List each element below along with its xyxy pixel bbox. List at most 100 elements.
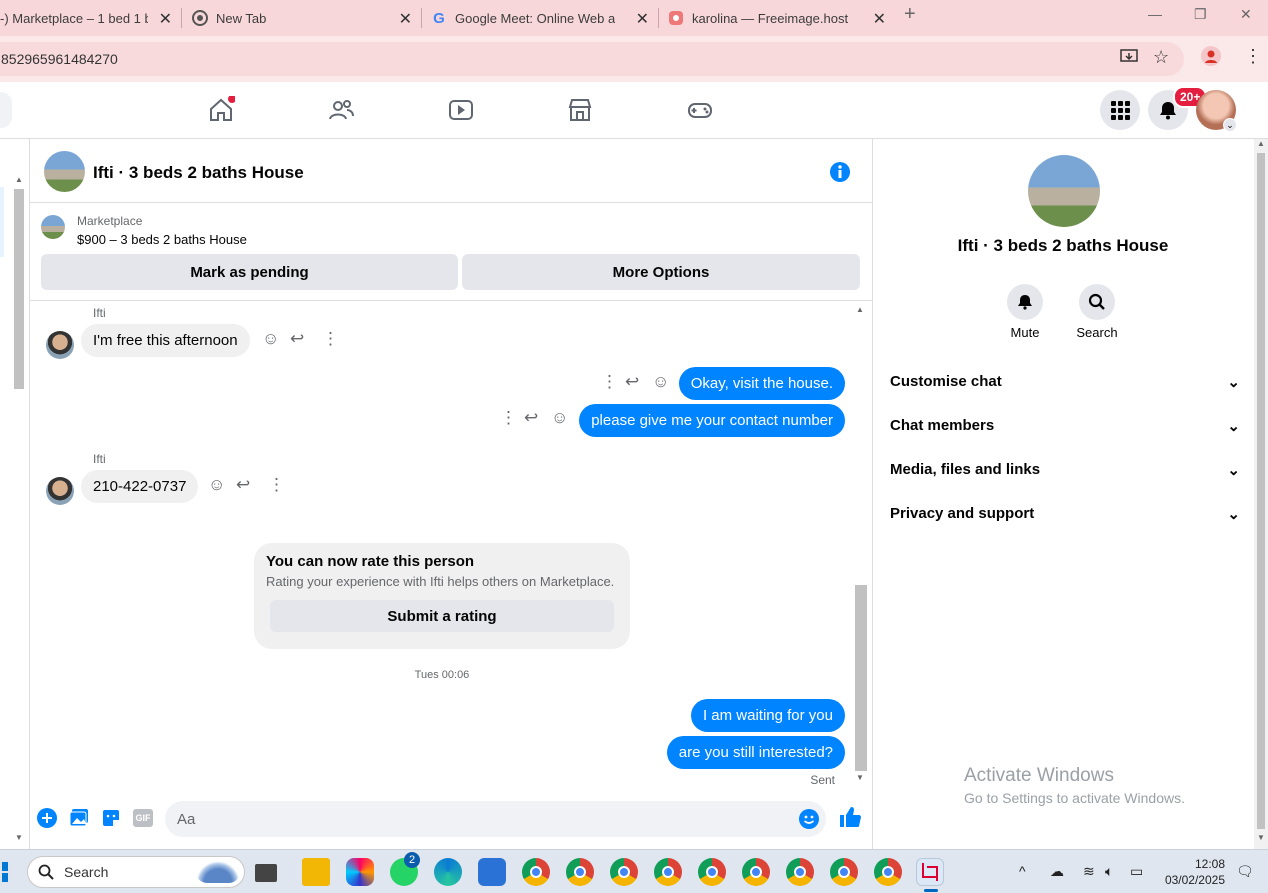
minimize-icon[interactable]: —: [1148, 6, 1162, 22]
tab-freeimage[interactable]: karolina — Freeimage.host ✕: [668, 0, 894, 36]
reply-icon[interactable]: ↩: [236, 475, 250, 495]
mute-button[interactable]: [1007, 284, 1043, 320]
tab-google-meet[interactable]: G Google Meet: Online Web and V ✕: [431, 0, 657, 36]
scroll-up-icon[interactable]: ▲: [856, 305, 864, 314]
reply-icon[interactable]: ↩: [625, 372, 639, 392]
new-tab-icon[interactable]: +: [904, 3, 916, 26]
start-icon[interactable]: [0, 862, 8, 882]
chrome-icon[interactable]: [742, 858, 770, 886]
reply-icon[interactable]: ↩: [524, 408, 538, 428]
chrome-icon[interactable]: [698, 858, 726, 886]
bookmark-star-icon[interactable]: ☆: [1153, 47, 1169, 68]
info-icon[interactable]: [829, 161, 851, 183]
close-icon[interactable]: ✕: [399, 9, 412, 29]
taskbar-search[interactable]: Search: [27, 856, 245, 888]
listing-title[interactable]: $900 – 3 beds 2 baths House: [77, 232, 247, 247]
conversation-avatar[interactable]: [1028, 155, 1100, 227]
chrome-icon[interactable]: [566, 858, 594, 886]
battery-icon[interactable]: ▭: [1130, 863, 1143, 880]
edge-icon[interactable]: [434, 858, 462, 886]
chevron-down-icon[interactable]: ⌄: [1223, 118, 1237, 132]
home-icon[interactable]: [207, 96, 235, 124]
sender-avatar[interactable]: [46, 331, 74, 359]
sidebar-scrollbar[interactable]: [14, 189, 24, 389]
copilot-icon[interactable]: [346, 858, 374, 886]
chat-scrollbar[interactable]: ▲ ▼: [855, 305, 867, 785]
address-bar[interactable]: 852965961484270: [0, 42, 1184, 76]
message-bubble-outgoing[interactable]: are you still interested?: [666, 736, 845, 769]
chrome-icon[interactable]: [610, 858, 638, 886]
restore-icon[interactable]: ❐: [1194, 6, 1207, 23]
sender-avatar[interactable]: [46, 477, 74, 505]
snipping-tool-icon[interactable]: [916, 858, 944, 892]
add-icon[interactable]: [37, 808, 57, 828]
system-clock[interactable]: 12:08 03/02/2025: [1163, 856, 1225, 888]
submit-rating-button[interactable]: Submit a rating: [270, 600, 614, 632]
close-icon[interactable]: ✕: [159, 9, 172, 29]
volume-icon[interactable]: 🔈︎: [1105, 863, 1113, 880]
wifi-icon[interactable]: ≋: [1083, 863, 1095, 880]
scroll-up-icon[interactable]: ▲: [1257, 139, 1265, 148]
scroll-down-icon[interactable]: ▼: [15, 833, 23, 842]
thumbs-up-icon[interactable]: [839, 806, 861, 828]
gif-icon[interactable]: GIF: [133, 809, 153, 827]
react-icon[interactable]: ☺: [262, 329, 279, 349]
sticker-icon[interactable]: [101, 808, 121, 828]
message-bubble-outgoing[interactable]: I am waiting for you: [690, 699, 845, 732]
menu-grid-button[interactable]: [1100, 90, 1140, 130]
react-icon[interactable]: ☺: [551, 408, 568, 428]
message-bubble-incoming[interactable]: 210-422-0737: [81, 470, 199, 503]
scroll-down-icon[interactable]: ▼: [1257, 833, 1265, 842]
message-bubble-outgoing[interactable]: Okay, visit the house.: [678, 367, 845, 400]
scrollbar-thumb[interactable]: [855, 585, 867, 771]
react-icon[interactable]: ☺: [208, 475, 225, 495]
chrome-icon[interactable]: [830, 858, 858, 886]
section-customise-chat[interactable]: Customise chat ⌄: [890, 373, 1240, 391]
react-icon[interactable]: ☺: [652, 372, 669, 392]
chat-avatar[interactable]: [44, 151, 85, 192]
more-icon[interactable]: ⋮: [500, 408, 517, 428]
chrome-icon[interactable]: [522, 858, 550, 886]
scroll-up-icon[interactable]: ▲: [15, 175, 23, 184]
close-icon[interactable]: ✕: [636, 9, 649, 29]
more-icon[interactable]: ⋮: [601, 372, 618, 392]
more-options-button[interactable]: More Options: [462, 254, 860, 290]
emoji-icon[interactable]: [799, 809, 819, 829]
section-chat-members[interactable]: Chat members ⌄: [890, 417, 1240, 435]
message-input[interactable]: Aa: [165, 801, 826, 837]
tab-marketplace[interactable]: -) Marketplace – 1 bed 1 ba ✕: [0, 0, 180, 36]
gaming-icon[interactable]: [686, 96, 714, 124]
whatsapp-icon[interactable]: 2: [390, 852, 420, 886]
listing-thumbnail[interactable]: [41, 215, 65, 239]
window-close-icon[interactable]: ✕: [1240, 6, 1252, 23]
scroll-down-icon[interactable]: ▼: [856, 773, 864, 782]
chrome-icon[interactable]: [874, 858, 902, 886]
onedrive-icon[interactable]: ☁: [1050, 863, 1064, 880]
watch-icon[interactable]: [447, 96, 475, 124]
notification-center-icon[interactable]: 🗨︎: [1236, 863, 1254, 880]
reply-icon[interactable]: ↩: [290, 329, 304, 349]
close-icon[interactable]: ✕: [873, 9, 886, 29]
search-button[interactable]: [1079, 284, 1115, 320]
more-icon[interactable]: ⋮: [268, 475, 285, 495]
more-icon[interactable]: ⋮: [322, 329, 339, 349]
page-scrollbar[interactable]: ▲ ▼: [1254, 139, 1268, 849]
show-hidden-icons-icon[interactable]: ^: [1019, 863, 1026, 879]
file-explorer-icon[interactable]: [302, 858, 330, 886]
task-view-icon[interactable]: [255, 864, 277, 882]
message-bubble-outgoing[interactable]: please give me your contact number: [579, 404, 845, 437]
message-bubble-incoming[interactable]: I'm free this afternoon: [81, 324, 250, 357]
install-app-icon[interactable]: [1120, 49, 1138, 70]
photo-icon[interactable]: [69, 808, 89, 828]
chrome-icon[interactable]: [786, 858, 814, 886]
section-media-files-links[interactable]: Media, files and links ⌄: [890, 461, 1240, 479]
menu-kebab-icon[interactable]: ⋮: [1244, 46, 1262, 67]
marketplace-icon[interactable]: [566, 96, 594, 124]
friends-icon[interactable]: [327, 96, 355, 124]
search-field-edge[interactable]: [0, 92, 12, 128]
store-icon[interactable]: [478, 858, 506, 886]
mark-as-pending-button[interactable]: Mark as pending: [41, 254, 458, 290]
chrome-icon[interactable]: [654, 858, 682, 886]
profile-icon[interactable]: [1201, 46, 1221, 71]
scrollbar-thumb[interactable]: [1257, 153, 1265, 829]
